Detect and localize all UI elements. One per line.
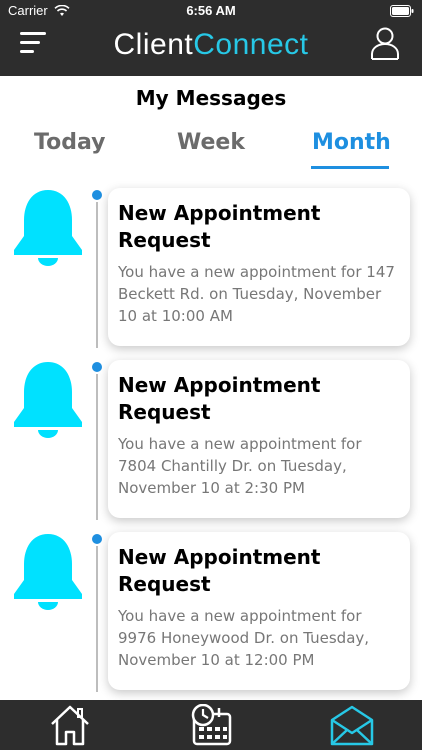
bell-icon bbox=[14, 362, 82, 438]
mail-icon[interactable] bbox=[329, 704, 375, 746]
page-title: My Messages bbox=[135, 86, 287, 110]
battery-icon bbox=[390, 5, 414, 17]
timeline-dot bbox=[92, 190, 102, 200]
app-logo: ClientConnect bbox=[0, 28, 422, 62]
timeline-dot bbox=[92, 534, 102, 544]
message-body: You have a new appointment for 9976 Hone… bbox=[118, 607, 370, 669]
tab-month[interactable]: Month bbox=[312, 130, 391, 155]
period-tabs: Today Week Month bbox=[0, 130, 422, 170]
message-item: New Appointment Request You have a new a… bbox=[0, 186, 422, 358]
message-item: New Appointment Request You have a new a… bbox=[0, 530, 422, 702]
timeline-line bbox=[96, 202, 98, 348]
timeline-line bbox=[96, 374, 98, 520]
message-list: New Appointment Request You have a new a… bbox=[0, 186, 422, 700]
home-icon[interactable] bbox=[48, 704, 92, 746]
message-body: You have a new appointment for 147 Becke… bbox=[118, 263, 395, 325]
user-icon[interactable] bbox=[370, 26, 400, 60]
app-header: Carrier 6:56 AM ClientConnect bbox=[0, 0, 422, 76]
message-title: New Appointment Request bbox=[118, 373, 321, 424]
message-card[interactable]: New Appointment Request You have a new a… bbox=[108, 532, 410, 690]
tab-week[interactable]: Week bbox=[177, 130, 245, 155]
bottom-nav bbox=[0, 700, 422, 750]
message-card[interactable]: New Appointment Request You have a new a… bbox=[108, 188, 410, 346]
calendar-clock-icon[interactable] bbox=[188, 704, 234, 746]
message-title: New Appointment Request bbox=[118, 201, 321, 252]
status-time: 6:56 AM bbox=[186, 3, 236, 18]
message-item: New Appointment Request You have a new a… bbox=[0, 358, 422, 530]
active-tab-indicator bbox=[311, 166, 389, 169]
tab-today[interactable]: Today bbox=[34, 130, 105, 155]
logo-client: Client bbox=[113, 28, 194, 61]
timeline-dot bbox=[92, 362, 102, 372]
timeline-line bbox=[96, 546, 98, 692]
bell-icon bbox=[14, 190, 82, 266]
message-title: New Appointment Request bbox=[118, 545, 321, 596]
bell-icon bbox=[14, 534, 82, 610]
message-card[interactable]: New Appointment Request You have a new a… bbox=[108, 360, 410, 518]
message-body: You have a new appointment for 7804 Chan… bbox=[118, 435, 362, 497]
status-bar: Carrier 6:56 AM bbox=[0, 0, 422, 22]
logo-connect: Connect bbox=[193, 28, 309, 61]
